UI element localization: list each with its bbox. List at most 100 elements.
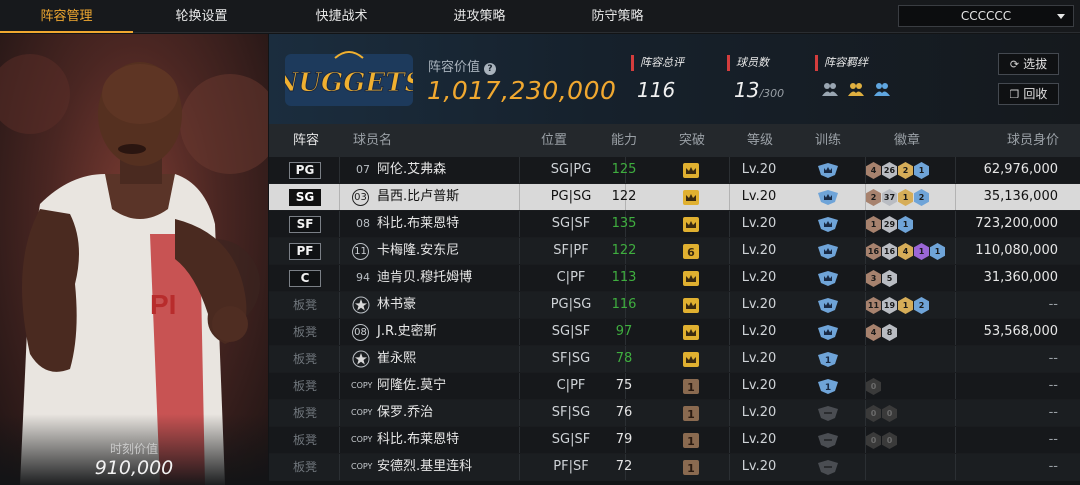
table-row[interactable]: 板凳 林书豪 PG|SG 116 Lv.20 11 19 1 2 -- (269, 292, 1080, 319)
bench-slot-label[interactable]: 板凳 (293, 346, 317, 372)
player-name[interactable]: 保罗.乔治 (377, 400, 433, 426)
position-slot-badge[interactable]: C (289, 270, 321, 287)
training-crown-icon[interactable] (818, 298, 838, 313)
col-badges[interactable]: 徽章 (894, 124, 920, 157)
table-row[interactable]: C 94 迪肯贝.穆托姆博 C|PF 113 Lv.20 3 5 31,360,000 (269, 265, 1080, 292)
bench-slot-label[interactable]: 板凳 (293, 400, 317, 426)
col-breakthrough[interactable]: 突破 (679, 124, 705, 157)
training-empty-icon[interactable] (818, 460, 838, 475)
table-row[interactable]: 板凳 COPY 阿隆佐.莫宁 C|PF 75 1 Lv.20 1 0 -- (269, 373, 1080, 400)
position-slot-badge[interactable]: SG (289, 189, 321, 206)
bench-slot-label[interactable]: 板凳 (293, 454, 317, 480)
player-name[interactable]: 崔永熙 (377, 346, 416, 372)
table-row[interactable]: 板凳 COPY 保罗.乔治 SF|SG 76 1 Lv.20 0 0 -- (269, 400, 1080, 427)
badge-bronze: 2 (866, 189, 881, 206)
badge-group[interactable]: 00 (866, 405, 898, 422)
breakthrough-crown-icon[interactable] (683, 298, 699, 313)
jersey-number: 94 (356, 271, 370, 284)
tab-quick-tactics[interactable]: 快捷战术 (275, 0, 408, 33)
breakthrough-crown-icon[interactable] (683, 271, 699, 286)
bond-icon-blue[interactable] (873, 81, 891, 101)
col-ability[interactable]: 能力 (611, 124, 637, 157)
table-row[interactable]: 板凳 08 J.R.史密斯 SG|SF 97 Lv.20 4 8 53,568,000 (269, 319, 1080, 346)
select-button[interactable]: ⟳ 选拔 (998, 53, 1059, 75)
table-row[interactable]: PG 07 阿伦.艾弗森 SG|PG 125 Lv.20 4 26 2 1 62,976,000 (269, 157, 1080, 184)
badge-group[interactable]: 11 19 1 2 (866, 297, 930, 314)
player-name[interactable]: 阿隆佐.莫宁 (377, 373, 446, 399)
training-crown-icon[interactable] (818, 325, 838, 340)
badge-group[interactable]: 0 (866, 378, 882, 395)
player-name[interactable]: 林书豪 (377, 292, 416, 318)
player-name[interactable]: 迪肯贝.穆托姆博 (377, 265, 472, 291)
training-empty-icon[interactable] (818, 433, 838, 448)
player-price: 35,136,000 (983, 189, 1058, 204)
training-level-icon[interactable]: 1 (818, 352, 838, 367)
badge-group[interactable]: 1 29 1 (866, 216, 914, 233)
badge-group[interactable]: 00 (866, 432, 898, 449)
bond-icon-silver[interactable] (821, 81, 839, 101)
table-row[interactable]: PF 11 卡梅隆.安东尼 SF|PF 122 6 Lv.20 16 16 4 1 1 110,080,… (269, 238, 1080, 265)
breakthrough-level-icon[interactable]: 1 (683, 460, 699, 475)
breakthrough-crown-icon[interactable] (683, 325, 699, 340)
breakthrough-level-icon[interactable]: 6 (683, 244, 699, 259)
column-divider (339, 400, 340, 426)
col-training[interactable]: 训练 (815, 124, 841, 157)
player-name[interactable]: 安德烈.基里连科 (377, 454, 472, 480)
table-row[interactable]: SF 08 科比.布莱恩特 SG|SF 135 Lv.20 1 29 1 723,200,000 (269, 211, 1080, 238)
bench-slot-label[interactable]: 板凳 (293, 373, 317, 399)
help-icon[interactable]: ? (484, 63, 497, 75)
badge-group[interactable]: 35 (866, 270, 898, 287)
column-divider (955, 400, 956, 426)
col-price[interactable]: 球员身价 (1007, 124, 1059, 157)
tab-lineup[interactable]: 阵容管理 (0, 0, 133, 33)
bench-slot-label[interactable]: 板凳 (293, 427, 317, 453)
training-crown-icon[interactable] (818, 271, 838, 286)
position-slot-badge[interactable]: SF (289, 216, 321, 233)
breakthrough-level-icon[interactable]: 1 (683, 379, 699, 394)
training-crown-icon[interactable] (818, 217, 838, 232)
tab-offense[interactable]: 进攻策略 (413, 0, 546, 33)
badge-group[interactable]: 2 37 1 2 (866, 189, 930, 206)
breakthrough-level-icon[interactable]: 1 (683, 433, 699, 448)
player-name[interactable]: 科比.布莱恩特 (377, 427, 459, 453)
bench-slot-label[interactable]: 板凳 (293, 292, 317, 318)
training-level-icon[interactable]: 1 (818, 379, 838, 394)
breakthrough-crown-icon[interactable] (683, 217, 699, 232)
player-ability: 78 (615, 351, 633, 366)
position-slot-badge[interactable]: PF (289, 243, 321, 260)
tab-rotation[interactable]: 轮换设置 (135, 0, 268, 33)
player-name[interactable]: 昌西.比卢普斯 (377, 184, 459, 210)
table-row[interactable]: 板凳 COPY 科比.布莱恩特 SG|SF 79 1 Lv.20 0 0 -- (269, 427, 1080, 454)
col-level[interactable]: 等级 (747, 124, 773, 157)
training-empty-icon[interactable] (818, 406, 838, 421)
team-dropdown[interactable]: CCCCCC (898, 5, 1074, 27)
jersey-number-ring: 11 (352, 243, 369, 260)
training-crown-icon[interactable] (818, 163, 838, 178)
training-crown-icon[interactable] (818, 244, 838, 259)
star-icon (352, 296, 370, 314)
table-row[interactable]: SG 03 昌西.比卢普斯 PG|SG 122 Lv.20 2 37 1 2 35,136,000 (269, 184, 1080, 211)
table-row[interactable]: 板凳 崔永熙 SF|SG 78 Lv.20 1 -- (269, 346, 1080, 373)
col-position[interactable]: 位置 (541, 124, 567, 157)
badge-group[interactable]: 4 26 2 1 (866, 162, 930, 179)
player-name[interactable]: 卡梅隆.安东尼 (377, 238, 459, 264)
recycle-button[interactable]: ❐ 回收 (998, 83, 1059, 105)
player-ability: 116 (611, 297, 637, 312)
player-name[interactable]: J.R.史密斯 (377, 319, 437, 345)
table-row[interactable]: 板凳 COPY 安德烈.基里连科 PF|SF 72 1 Lv.20 -- (269, 454, 1080, 481)
tab-defense[interactable]: 防守策略 (551, 0, 684, 33)
breakthrough-level-icon[interactable]: 1 (683, 406, 699, 421)
player-name[interactable]: 阿伦.艾弗森 (377, 157, 446, 183)
badge-group[interactable]: 48 (866, 324, 898, 341)
player-name[interactable]: 科比.布莱恩特 (377, 211, 459, 237)
position-slot-badge[interactable]: PG (289, 162, 321, 179)
bench-slot-label[interactable]: 板凳 (293, 319, 317, 345)
breakthrough-crown-icon[interactable] (683, 190, 699, 205)
breakthrough-crown-icon[interactable] (683, 352, 699, 367)
bond-icon-gold[interactable] (847, 81, 865, 101)
player-level: Lv.20 (741, 216, 777, 231)
breakthrough-crown-icon[interactable] (683, 163, 699, 178)
badge-group[interactable]: 16 16 4 1 1 (866, 243, 946, 260)
column-divider (339, 427, 340, 453)
training-crown-icon[interactable] (818, 190, 838, 205)
